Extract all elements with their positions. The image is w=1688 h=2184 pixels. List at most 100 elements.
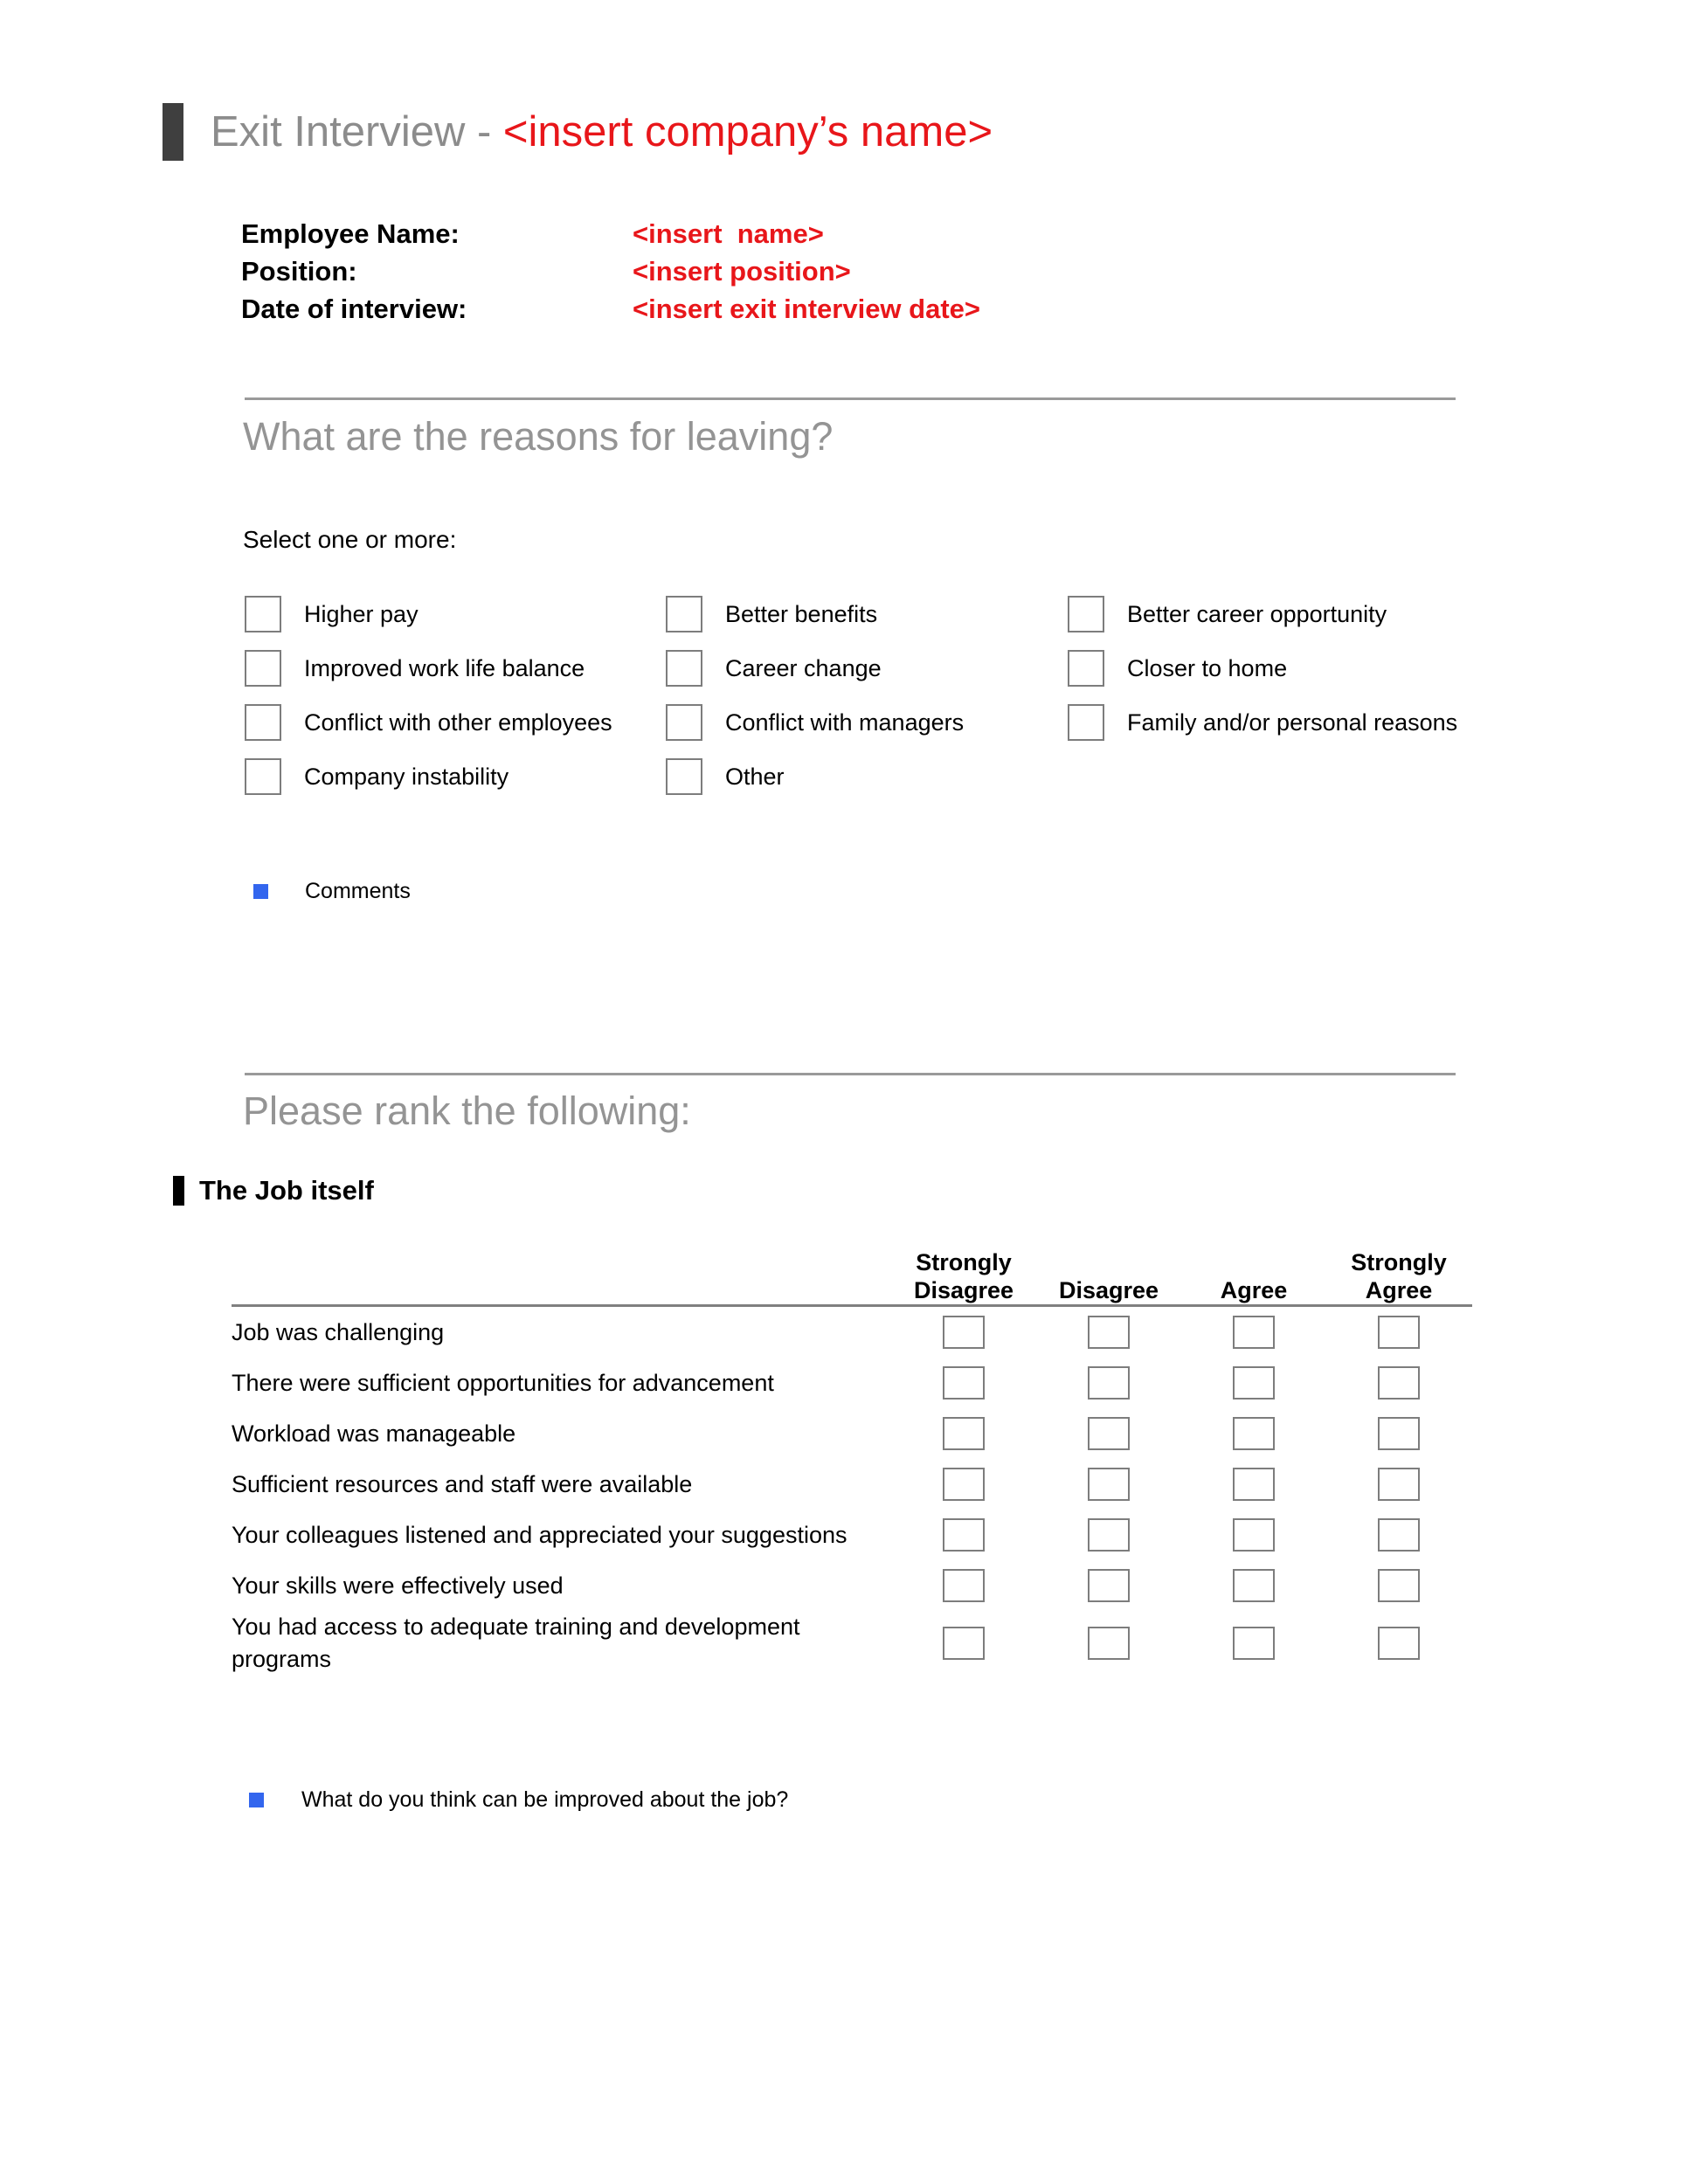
rank-cell-disagree[interactable] [1036, 1627, 1181, 1660]
checkbox-icon[interactable] [943, 1518, 985, 1552]
checkbox-icon[interactable] [943, 1316, 985, 1349]
employee-name-value[interactable]: <insert name> [633, 215, 824, 252]
checkbox-icon[interactable] [1233, 1518, 1275, 1552]
rank-cell-agree[interactable] [1181, 1316, 1326, 1349]
rank-cell-disagree[interactable] [1036, 1366, 1181, 1400]
checkbox-icon[interactable] [1088, 1518, 1130, 1552]
reason-label: Career change [725, 654, 882, 681]
checkbox-icon[interactable] [1088, 1366, 1130, 1400]
reason-option-closer-to-home[interactable]: Closer to home [1068, 650, 1452, 687]
rank-cell-strongly-disagree[interactable] [891, 1569, 1036, 1602]
checkbox-icon[interactable] [666, 596, 702, 632]
reason-label: Closer to home [1127, 654, 1288, 681]
checkbox-icon[interactable] [1088, 1627, 1130, 1660]
checkbox-icon[interactable] [1068, 650, 1104, 687]
checkbox-icon[interactable] [1088, 1569, 1130, 1602]
reason-option-conflict-with-managers[interactable]: Conflict with managers [666, 704, 1068, 741]
rank-cell-disagree[interactable] [1036, 1569, 1181, 1602]
checkbox-icon[interactable] [666, 758, 702, 795]
reason-option-better-career-opportunity[interactable]: Better career opportunity [1068, 596, 1452, 632]
rank-cell-strongly-disagree[interactable] [891, 1518, 1036, 1552]
reason-option-better-benefits[interactable]: Better benefits [666, 596, 1068, 632]
rank-cell-strongly-disagree[interactable] [891, 1316, 1036, 1349]
column-header-strongly-disagree: Strongly Disagree [891, 1248, 1036, 1304]
table-row: You had access to adequate training and … [232, 1611, 1472, 1676]
checkbox-icon[interactable] [1233, 1468, 1275, 1501]
checkbox-icon[interactable] [1233, 1569, 1275, 1602]
rank-cell-strongly-agree[interactable] [1326, 1316, 1471, 1349]
rank-cell-disagree[interactable] [1036, 1518, 1181, 1552]
rank-cell-agree[interactable] [1181, 1627, 1326, 1660]
rank-cell-agree[interactable] [1181, 1518, 1326, 1552]
rank-cell-strongly-agree[interactable] [1326, 1468, 1471, 1501]
checkbox-icon[interactable] [245, 596, 281, 632]
checkbox-icon[interactable] [1378, 1417, 1420, 1450]
rank-cell-strongly-agree[interactable] [1326, 1518, 1471, 1552]
rank-cell-strongly-disagree[interactable] [891, 1417, 1036, 1450]
reason-option-improved-work-life-balance[interactable]: Improved work life balance [245, 650, 666, 687]
checkbox-icon[interactable] [1088, 1417, 1130, 1450]
checkbox-icon[interactable] [1378, 1366, 1420, 1400]
reason-label: Family and/or personal reasons [1127, 708, 1458, 736]
reason-option-conflict-with-other-employees[interactable]: Conflict with other employees [245, 704, 666, 741]
checkbox-icon[interactable] [943, 1468, 985, 1501]
column-header-line-1: Agree [1220, 1277, 1288, 1303]
checkbox-icon[interactable] [1088, 1316, 1130, 1349]
checkbox-icon[interactable] [1378, 1316, 1420, 1349]
rank-cell-disagree[interactable] [1036, 1316, 1181, 1349]
checkbox-icon[interactable] [943, 1627, 985, 1660]
checkbox-icon[interactable] [1068, 704, 1104, 741]
reason-option-higher-pay[interactable]: Higher pay [245, 596, 666, 632]
checkbox-icon[interactable] [666, 704, 702, 741]
reason-option-other[interactable]: Other [666, 758, 1068, 795]
checkbox-icon[interactable] [1233, 1417, 1275, 1450]
reason-option-family-personal-reasons[interactable]: Family and/or personal reasons [1068, 704, 1457, 741]
checkbox-icon[interactable] [943, 1366, 985, 1400]
rank-cell-strongly-disagree[interactable] [891, 1468, 1036, 1501]
position-row: Position: <insert position> [241, 252, 980, 290]
rank-cell-strongly-disagree[interactable] [891, 1627, 1036, 1660]
checkbox-icon[interactable] [245, 704, 281, 741]
rank-row-label: Your colleagues listened and appreciated… [232, 1521, 847, 1548]
rank-cell-agree[interactable] [1181, 1366, 1326, 1400]
employee-name-row: Employee Name: <insert name> [241, 215, 980, 252]
bullet-square-icon [253, 884, 268, 899]
checkbox-icon[interactable] [943, 1569, 985, 1602]
interview-date-row: Date of interview: <insert exit intervie… [241, 290, 980, 328]
checkbox-icon[interactable] [666, 650, 702, 687]
rank-cell-disagree[interactable] [1036, 1417, 1181, 1450]
checkbox-icon[interactable] [1233, 1627, 1275, 1660]
checkbox-icon[interactable] [1378, 1627, 1420, 1660]
reason-label: Conflict with other employees [304, 708, 612, 736]
checkbox-icon[interactable] [245, 758, 281, 795]
rank-cell-strongly-agree[interactable] [1326, 1627, 1471, 1660]
rank-table: Strongly Disagree Disagree Agree Strongl… [232, 1245, 1472, 1676]
rank-cell-strongly-agree[interactable] [1326, 1569, 1471, 1602]
checkbox-icon[interactable] [1068, 596, 1104, 632]
reasons-section-divider [245, 397, 1456, 400]
checkbox-icon[interactable] [1378, 1468, 1420, 1501]
position-value[interactable]: <insert position> [633, 252, 851, 290]
rank-cell-disagree[interactable] [1036, 1468, 1181, 1501]
reason-label: Better career opportunity [1127, 600, 1387, 627]
reason-option-company-instability[interactable]: Company instability [245, 758, 666, 795]
rank-cell-strongly-agree[interactable] [1326, 1366, 1471, 1400]
checkbox-icon[interactable] [943, 1417, 985, 1450]
rank-cell-agree[interactable] [1181, 1468, 1326, 1501]
reason-row: Improved work life balance Career change… [245, 641, 1468, 695]
interview-date-value[interactable]: <insert exit interview date> [633, 290, 980, 328]
checkbox-icon[interactable] [1378, 1518, 1420, 1552]
subsection-accent-bar-icon [173, 1176, 184, 1206]
rank-cell-strongly-disagree[interactable] [891, 1366, 1036, 1400]
checkbox-icon[interactable] [1233, 1366, 1275, 1400]
comments-bullet-item: Comments [253, 879, 411, 904]
checkbox-icon[interactable] [1088, 1468, 1130, 1501]
subsection-title: The Job itself [199, 1175, 374, 1206]
rank-cell-agree[interactable] [1181, 1569, 1326, 1602]
checkbox-icon[interactable] [1233, 1316, 1275, 1349]
checkbox-icon[interactable] [1378, 1569, 1420, 1602]
reason-option-career-change[interactable]: Career change [666, 650, 1068, 687]
rank-cell-strongly-agree[interactable] [1326, 1417, 1471, 1450]
checkbox-icon[interactable] [245, 650, 281, 687]
rank-cell-agree[interactable] [1181, 1417, 1326, 1450]
